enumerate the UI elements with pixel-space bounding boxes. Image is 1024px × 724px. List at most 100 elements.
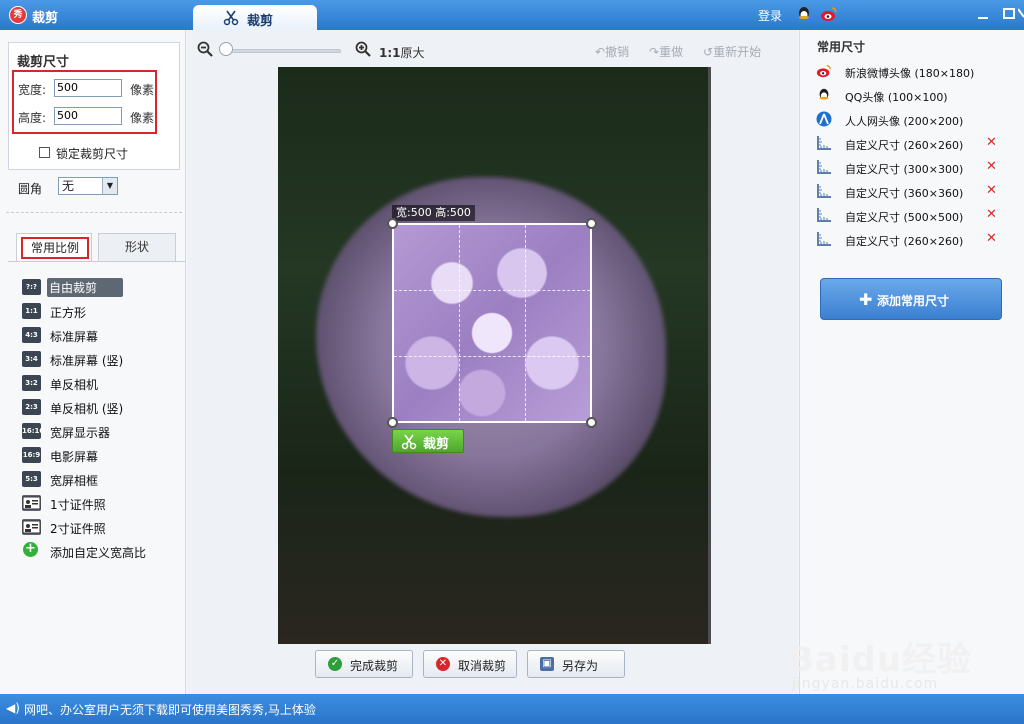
ratio-item-label: 标准屏幕 (竖) — [50, 354, 124, 368]
height-label: 高度: — [18, 111, 47, 125]
crop-size-info: 宽:500 高:500 — [392, 205, 475, 221]
lock-size-checkbox[interactable] — [39, 147, 50, 158]
zoom-in-icon[interactable] — [355, 41, 371, 60]
crop-button-label: 裁剪 — [423, 437, 450, 452]
ratio-item-label: 正方形 — [50, 306, 87, 320]
preset-label: 新浪微博头像 (180×180) — [845, 67, 975, 80]
qq-icon — [816, 87, 832, 103]
preset-item[interactable]: 自定义尺寸 (260×260) ✕ — [816, 230, 1016, 250]
undo-icon: ↶ — [595, 45, 606, 59]
ratio-item-label: 单反相机 (竖) — [50, 402, 124, 416]
cancel-crop-button[interactable]: ✕ 取消裁剪 — [423, 650, 517, 678]
ratio-item[interactable]: 2寸证件照 — [22, 516, 182, 540]
ruler-icon — [816, 231, 832, 247]
lock-size-label[interactable]: 锁定裁剪尺寸 — [56, 145, 128, 162]
preset-item[interactable]: 自定义尺寸 (500×500) ✕ — [816, 206, 1016, 226]
ratio-item[interactable]: 5:3 宽屏相框 — [22, 468, 182, 492]
ratio-item[interactable]: 2:3 单反相机 (竖) — [22, 396, 182, 420]
chevron-down-icon[interactable]: ▼ — [102, 178, 117, 194]
zoom-out-icon[interactable] — [197, 41, 213, 60]
crop-button[interactable]: 裁剪 — [392, 429, 464, 453]
tab-shape[interactable]: 形状 — [98, 233, 176, 261]
zoom-slider-thumb[interactable] — [219, 42, 233, 56]
renren-icon — [816, 111, 832, 127]
delete-icon[interactable]: ✕ — [986, 159, 997, 174]
presets-title: 常用尺寸 — [817, 40, 866, 54]
preset-item[interactable]: QQ头像 (100×100) — [816, 86, 1016, 106]
ratio-item-label: 自由裁剪 — [47, 278, 124, 297]
close-button[interactable] — [1017, 4, 1024, 24]
delete-icon[interactable]: ✕ — [986, 207, 997, 222]
ratio-item[interactable]: 1寸证件照 — [22, 492, 182, 516]
finish-crop-button[interactable]: ✓ 完成裁剪 — [315, 650, 413, 678]
corner-select-value: 无 — [62, 179, 75, 193]
delete-icon[interactable]: ✕ — [986, 231, 997, 246]
reset-icon: ↺ — [703, 45, 714, 59]
ratio-item[interactable]: 16:9 电影屏幕 — [22, 444, 182, 468]
ratio-item[interactable]: ?:? 自由裁剪 — [22, 276, 182, 300]
ratio-item[interactable]: + 添加自定义宽高比 — [22, 540, 182, 564]
watermark-logo: Baidu经验 — [788, 640, 973, 680]
ratio-badge: 3:2 — [22, 375, 41, 391]
reset-button[interactable]: ↺重新开始 — [703, 43, 761, 60]
crop-handle-bottom-right[interactable] — [586, 417, 597, 428]
watermark-site: jingyan.baidu.com — [792, 676, 939, 692]
scissors-icon — [223, 10, 239, 30]
crop-rectangle[interactable] — [387, 218, 597, 428]
preset-item[interactable]: 自定义尺寸 (260×260) ✕ — [816, 134, 1016, 154]
preset-label: 自定义尺寸 (360×360) — [845, 187, 964, 200]
weibo-icon[interactable] — [820, 5, 838, 26]
app-logo-icon: 秀 — [9, 6, 27, 24]
minimize-button[interactable] — [972, 4, 994, 24]
ratio-item[interactable]: 4:3 标准屏幕 — [22, 324, 182, 348]
ratio-item[interactable]: 1:1 正方形 — [22, 300, 182, 324]
delete-icon[interactable]: ✕ — [986, 183, 997, 198]
ratio-item-label: 1寸证件照 — [50, 498, 106, 512]
crop-handle-bottom-left[interactable] — [387, 417, 398, 428]
reset-label: 重新开始 — [713, 45, 762, 59]
save-as-button[interactable]: ▣ 另存为 — [527, 650, 625, 678]
app-title: 裁剪 — [32, 11, 59, 26]
add-preset-button[interactable]: ✚ 添加常用尺寸 — [820, 278, 1002, 320]
grid-line — [394, 290, 590, 291]
crop-size-box: 裁剪尺寸 宽度: 500 像素 高度: 500 像素 锁定裁剪尺寸 — [8, 42, 180, 170]
height-input[interactable]: 500 — [54, 107, 122, 125]
finish-crop-label: 完成裁剪 — [350, 659, 399, 673]
preset-item[interactable]: 自定义尺寸 (300×300) ✕ — [816, 158, 1016, 178]
ratio-item[interactable]: 3:2 单反相机 — [22, 372, 182, 396]
status-text[interactable]: 网吧、办公室用户无须下载即可使用美图秀秀,马上体验 — [24, 701, 316, 718]
preset-item[interactable]: 自定义尺寸 (360×360) ✕ — [816, 182, 1016, 202]
tab-crop[interactable]: 裁剪 — [193, 5, 317, 30]
redo-button[interactable]: ↷重做 — [649, 43, 683, 60]
preset-item[interactable]: 新浪微博头像 (180×180) — [816, 62, 1016, 82]
tab-common-ratio[interactable]: 常用比例 — [16, 233, 92, 261]
actual-size-button[interactable]: 1:1原大 — [379, 44, 425, 61]
crop-handle-top-right[interactable] — [586, 218, 597, 229]
zoom-slider-track[interactable] — [225, 49, 341, 53]
scissors-icon — [401, 434, 417, 454]
tab-common-ratio-label: 常用比例 — [21, 237, 89, 259]
width-input[interactable]: 500 — [54, 79, 122, 97]
toolbar: 1:1原大 ↶撤销 ↷重做 ↺重新开始 — [187, 30, 798, 66]
ratio-item-label: 宽屏相框 — [50, 474, 99, 488]
maximize-button[interactable] — [998, 4, 1020, 24]
delete-icon[interactable]: ✕ — [986, 135, 997, 150]
preset-label: 自定义尺寸 (260×260) — [845, 235, 964, 248]
crop-handle-top-left[interactable] — [387, 218, 398, 229]
ruler-icon — [816, 159, 832, 175]
image-canvas[interactable]: 宽:500 高:500 裁剪 — [278, 67, 711, 644]
login-link[interactable]: 登录 — [758, 7, 782, 24]
ratio-item[interactable]: 16:10 宽屏显示器 — [22, 420, 182, 444]
ruler-icon — [816, 183, 832, 199]
save-as-label: 另存为 — [562, 659, 599, 673]
undo-label: 撤销 — [605, 45, 630, 59]
qq-icon[interactable] — [795, 5, 813, 26]
ratio-badge: 4:3 — [22, 327, 41, 343]
ratio-item-label: 标准屏幕 — [50, 330, 99, 344]
ratio-item[interactable]: 3:4 标准屏幕 (竖) — [22, 348, 182, 372]
preset-item[interactable]: 人人网头像 (200×200) — [816, 110, 1016, 130]
corner-select[interactable]: 无 ▼ — [58, 177, 118, 195]
undo-button[interactable]: ↶撤销 — [595, 43, 629, 60]
canvas-edge — [708, 67, 711, 644]
watermark: Baidu经验 jingyan.baidu.com — [788, 632, 1024, 702]
